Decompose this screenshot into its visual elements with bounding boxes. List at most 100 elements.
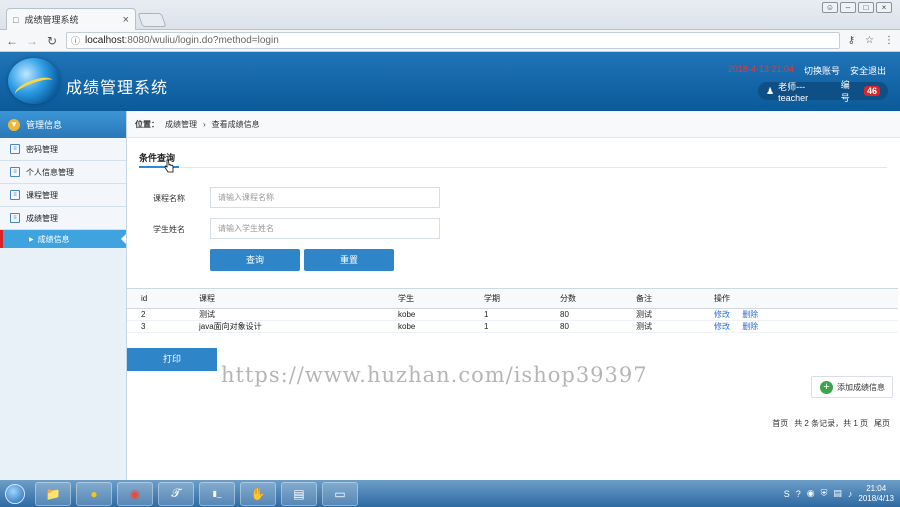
taskbar-app-8[interactable]: ▭ xyxy=(322,481,358,506)
sprout-icon: ● xyxy=(90,486,98,501)
student-label: 学生姓名 xyxy=(153,225,185,234)
key-icon[interactable]: ⚷ xyxy=(848,35,855,46)
cell-student: kobe xyxy=(384,308,470,321)
close-window-icon[interactable]: × xyxy=(876,2,892,13)
star-icon[interactable]: ☆ xyxy=(865,35,874,46)
reset-button[interactable]: 重置 xyxy=(304,249,394,271)
header-links: 2018-4-13 21:04 切换账号 安全退出 xyxy=(728,64,886,77)
watermark-text: https://www.huzhan.com/ishop39397 xyxy=(221,363,648,387)
cell-actions: 修改 删除 xyxy=(700,308,898,321)
browser-actions: ⚷ ☆ ⋮ xyxy=(848,35,894,46)
sidebar-subitem-label: 成绩信息 xyxy=(37,234,70,244)
volume-icon[interactable]: ♪ xyxy=(848,489,853,499)
sidebar-item-password[interactable]: ≡ 密码管理 xyxy=(0,138,126,161)
last-page-link[interactable]: 尾页 xyxy=(874,418,890,429)
start-button[interactable] xyxy=(0,481,30,507)
window-icon: ▭ xyxy=(334,486,346,501)
edit-link[interactable]: 修改 xyxy=(714,310,730,319)
col-score: 分数 xyxy=(546,288,622,309)
profile-icon[interactable]: ☺ xyxy=(822,2,838,13)
clock[interactable]: 21:04 2018/4/13 xyxy=(858,484,894,504)
browser-tab[interactable]: □ 成绩管理系统 × xyxy=(6,8,136,30)
breadcrumb-level1[interactable]: 成绩管理 xyxy=(165,119,197,130)
info-icon[interactable]: ⓘ xyxy=(71,34,80,47)
sidebar-item-label: 密码管理 xyxy=(26,144,58,154)
col-student: 学生 xyxy=(384,288,470,309)
arrow-right-icon: ▶ xyxy=(29,236,34,243)
delete-link[interactable]: 删除 xyxy=(742,322,758,331)
taskbar-terminal[interactable]: ▮_ xyxy=(199,481,235,506)
taskbar-explorer[interactable]: 📁 xyxy=(35,481,71,506)
cell-course: 测试 xyxy=(185,308,384,321)
cell-student: kobe xyxy=(384,320,470,333)
shield-icon[interactable]: ⛨ xyxy=(821,488,828,499)
sidebar-header[interactable]: ▼ 管理信息 xyxy=(0,111,126,138)
eclipse-icon: 𝓣 xyxy=(171,486,181,500)
reload-icon[interactable]: ↻ xyxy=(46,34,58,48)
id-badge: 46 xyxy=(863,86,880,96)
clock-time: 21:04 xyxy=(866,483,887,493)
sidebar: ▼ 管理信息 ≡ 密码管理 ≡ 个人信息管理 ≡ 课程管理 ≡ 成绩管理 ▶ 成… xyxy=(0,111,127,480)
delete-link[interactable]: 删除 xyxy=(742,310,758,319)
logout-link[interactable]: 安全退出 xyxy=(850,64,886,77)
sidebar-item-courses[interactable]: ≡ 课程管理 xyxy=(0,184,126,207)
table-row: 3 java面向对象设计 kobe 1 80 测试 修改 删除 xyxy=(127,320,898,333)
tab-title: 成绩管理系统 xyxy=(24,15,79,25)
list-icon: ≡ xyxy=(10,144,20,154)
taskbar-app-7[interactable]: ▤ xyxy=(281,481,317,506)
pager-summary: 共 2 条记录，共 1 页 xyxy=(794,419,868,428)
cell-note: 测试 xyxy=(622,308,700,321)
add-grade-label: 添加成绩信息 xyxy=(837,382,885,392)
forward-icon[interactable]: → xyxy=(26,34,38,48)
taskbar-app-6[interactable]: ✋ xyxy=(240,481,276,506)
cell-id: 2 xyxy=(127,308,185,321)
print-button[interactable]: 打印 xyxy=(127,348,217,371)
new-tab-button[interactable] xyxy=(137,13,167,27)
taskbar: 📁 ● ◉ 𝓣 ▮_ ✋ ▤ ▭ S ? ◉ ⛨ ▤ ♪ 21:04 2018/… xyxy=(0,480,900,507)
cell-score: 80 xyxy=(546,308,622,321)
maximize-icon[interactable]: □ xyxy=(858,2,874,13)
cell-id: 3 xyxy=(127,320,185,333)
chrome-icon: ◉ xyxy=(129,486,141,501)
menu-icon[interactable]: ⋮ xyxy=(884,35,894,46)
sidebar-item-label: 个人信息管理 xyxy=(26,167,74,177)
url-path: :8080/wuliu/login.do?method=login xyxy=(124,35,279,46)
add-grade-button[interactable]: + 添加成绩信息 xyxy=(811,376,893,398)
sidebar-subitem-grade-info[interactable]: ▶ 成绩信息 xyxy=(0,230,126,248)
address-bar: ← → ↻ ⓘ localhost:8080/wuliu/login.do?me… xyxy=(0,30,900,52)
cell-score: 80 xyxy=(546,320,622,333)
breadcrumb: 位置： 成绩管理 › 查看成绩信息 xyxy=(127,111,900,138)
hand-cursor-icon xyxy=(164,159,174,173)
expand-icon: ▼ xyxy=(8,118,20,131)
taskbar-app-2[interactable]: ● xyxy=(76,481,112,506)
globe-logo-icon xyxy=(8,58,60,104)
page-icon: □ xyxy=(13,14,19,25)
first-page-link[interactable]: 首页 xyxy=(772,418,788,429)
course-input[interactable]: 请输入课程名称 xyxy=(210,187,440,208)
app-title: 成绩管理系统 xyxy=(66,80,169,97)
switch-account-link[interactable]: 切换账号 xyxy=(804,64,840,77)
back-icon[interactable]: ← xyxy=(6,34,18,48)
cell-course: java面向对象设计 xyxy=(185,320,384,333)
sidebar-item-grades[interactable]: ≡ 成绩管理 xyxy=(0,207,126,230)
taskbar-chrome[interactable]: ◉ xyxy=(117,481,153,506)
col-id: id xyxy=(127,288,185,309)
minimize-icon[interactable]: – xyxy=(840,2,856,13)
url-host: localhost xyxy=(85,35,125,46)
qq-icon[interactable]: ◉ xyxy=(807,488,815,499)
help-icon[interactable]: ? xyxy=(796,489,801,499)
close-tab-icon[interactable]: × xyxy=(123,14,129,26)
ime-icon[interactable]: S xyxy=(784,489,790,499)
screen-icon: ▤ xyxy=(293,486,305,501)
url-field[interactable]: ⓘ localhost:8080/wuliu/login.do?method=l… xyxy=(66,32,840,49)
cell-actions: 修改 删除 xyxy=(700,320,898,333)
taskbar-eclipse[interactable]: 𝓣 xyxy=(158,481,194,506)
list-icon: ≡ xyxy=(10,213,20,223)
edit-link[interactable]: 修改 xyxy=(714,322,730,331)
search-button[interactable]: 查询 xyxy=(210,249,300,271)
breadcrumb-level2: 查看成绩信息 xyxy=(211,119,260,129)
network-icon[interactable]: ▤ xyxy=(833,488,842,499)
browser-tab-strip: □ 成绩管理系统 × ☺ – □ × xyxy=(0,0,900,30)
student-input[interactable]: 请输入学生姓名 xyxy=(210,218,440,239)
sidebar-item-profile[interactable]: ≡ 个人信息管理 xyxy=(0,161,126,184)
